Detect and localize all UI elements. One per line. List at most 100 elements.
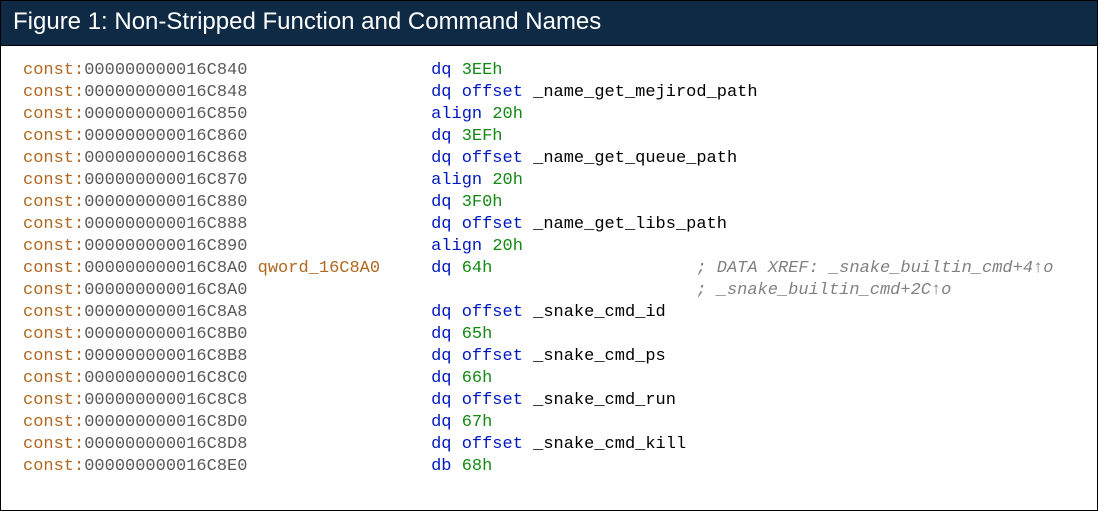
spacer [452, 127, 462, 146]
symbol-name: _snake_cmd_run [533, 391, 676, 410]
mnemonic-token: dq [431, 369, 451, 388]
spacer [452, 369, 462, 388]
spacer [258, 369, 431, 388]
address-token: 000000000016C868 [84, 149, 247, 168]
spacer [258, 457, 431, 476]
offset-keyword: offset [462, 83, 533, 102]
spacer [247, 281, 257, 300]
symbol-name: _name_get_queue_path [533, 149, 737, 168]
spacer [247, 391, 257, 410]
spacer [247, 105, 257, 124]
spacer [258, 215, 431, 234]
numeric-operand: 67h [462, 413, 493, 432]
section-token: const: [23, 83, 84, 102]
numeric-operand: 20h [492, 171, 523, 190]
spacer [452, 83, 462, 102]
spacer [452, 303, 462, 322]
disasm-line: const:000000000016C860 dq 3EFh [23, 126, 1079, 148]
address-token: 000000000016C850 [84, 105, 247, 124]
section-token: const: [23, 193, 84, 212]
section-token: const: [23, 325, 84, 344]
mnemonic-token: dq [431, 259, 451, 278]
spacer [258, 435, 431, 454]
mnemonic-token: align [431, 237, 482, 256]
disasm-line: const:000000000016C848 dq offset _name_g… [23, 82, 1079, 104]
mnemonic-token: dq [431, 435, 451, 454]
mnemonic-token: align [431, 171, 482, 190]
spacer [452, 413, 462, 432]
numeric-operand: 20h [492, 105, 523, 124]
spacer [247, 259, 257, 278]
section-token: const: [23, 149, 84, 168]
section-token: const: [23, 171, 84, 190]
disasm-line: const:000000000016C8A0 ; _snake_builtin_… [23, 280, 1079, 302]
disasm-line: const:000000000016C850 align 20h [23, 104, 1079, 126]
mnemonic-token: dq [431, 215, 451, 234]
address-token: 000000000016C890 [84, 237, 247, 256]
symbol-name: _snake_cmd_id [533, 303, 666, 322]
spacer [431, 281, 696, 300]
spacer [258, 171, 431, 190]
address-token: 000000000016C860 [84, 127, 247, 146]
disasm-line: const:000000000016C888 dq offset _name_g… [23, 214, 1079, 236]
spacer [258, 391, 431, 410]
spacer [258, 193, 431, 212]
spacer [452, 215, 462, 234]
address-token: 000000000016C840 [84, 61, 247, 80]
disasm-line: const:000000000016C840 dq 3EEh [23, 60, 1079, 82]
address-token: 000000000016C848 [84, 83, 247, 102]
address-token: 000000000016C8A8 [84, 303, 247, 322]
numeric-operand: 68h [462, 457, 493, 476]
disassembly-listing: const:000000000016C840 dq 3EEhconst:0000… [1, 46, 1097, 510]
address-token: 000000000016C880 [84, 193, 247, 212]
section-token: const: [23, 61, 84, 80]
section-token: const: [23, 127, 84, 146]
spacer [258, 83, 431, 102]
disasm-line: const:000000000016C870 align 20h [23, 170, 1079, 192]
spacer [247, 215, 257, 234]
disasm-line: const:000000000016C8C8 dq offset _snake_… [23, 390, 1079, 412]
mnemonic-token: dq [431, 303, 451, 322]
address-token: 000000000016C8A0 [84, 259, 247, 278]
address-token: 000000000016C8D8 [84, 435, 247, 454]
address-token: 000000000016C8C0 [84, 369, 247, 388]
spacer [247, 149, 257, 168]
spacer [482, 105, 492, 124]
xref-comment: ; DATA XREF: _snake_builtin_cmd+4↑o [696, 259, 1053, 278]
disasm-line: const:000000000016C8C0 dq 66h [23, 368, 1079, 390]
label-token: qword_16C8A0 [258, 259, 380, 278]
numeric-operand: 20h [492, 237, 523, 256]
spacer [258, 127, 431, 146]
numeric-operand: 3EEh [462, 61, 503, 80]
spacer [380, 259, 431, 278]
spacer [452, 325, 462, 344]
spacer [452, 457, 462, 476]
section-token: const: [23, 215, 84, 234]
section-token: const: [23, 369, 84, 388]
spacer [247, 435, 257, 454]
offset-keyword: offset [462, 391, 533, 410]
spacer [452, 61, 462, 80]
spacer [258, 281, 431, 300]
numeric-operand: 65h [462, 325, 493, 344]
section-token: const: [23, 281, 84, 300]
spacer [492, 259, 696, 278]
numeric-operand: 64h [462, 259, 493, 278]
section-token: const: [23, 413, 84, 432]
address-token: 000000000016C870 [84, 171, 247, 190]
spacer [452, 347, 462, 366]
spacer [247, 369, 257, 388]
mnemonic-token: dq [431, 61, 451, 80]
symbol-name: _name_get_mejirod_path [533, 83, 757, 102]
offset-keyword: offset [462, 435, 533, 454]
spacer [247, 413, 257, 432]
disasm-line: const:000000000016C8D8 dq offset _snake_… [23, 434, 1079, 456]
offset-keyword: offset [462, 215, 533, 234]
spacer [258, 237, 431, 256]
figure-title: Figure 1: Non-Stripped Function and Comm… [1, 1, 1097, 46]
mnemonic-token: dq [431, 413, 451, 432]
symbol-name: _snake_cmd_ps [533, 347, 666, 366]
spacer [452, 149, 462, 168]
disasm-line: const:000000000016C8A0 qword_16C8A0 dq 6… [23, 258, 1079, 280]
mnemonic-token: db [431, 457, 451, 476]
